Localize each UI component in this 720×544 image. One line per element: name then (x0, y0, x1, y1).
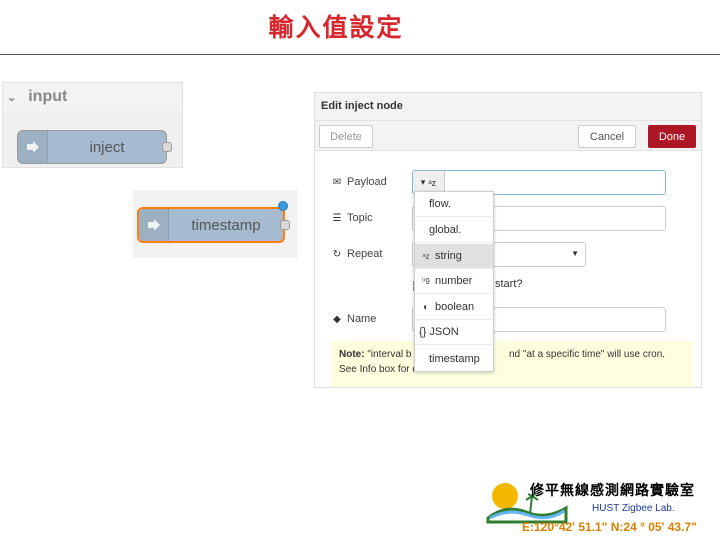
menu-item-timestamp[interactable]: timestamp (415, 346, 493, 371)
inject-once-label: start? (495, 278, 523, 290)
name-label: ◆ Name (331, 313, 376, 325)
tag-icon: ◆ (333, 313, 341, 325)
tasks-icon: ☰ (332, 212, 342, 224)
palette-category-header[interactable]: ⌄ input (3, 83, 182, 111)
menu-item-label: {} JSON (419, 326, 459, 338)
name-label-text: Name (347, 313, 377, 325)
menu-item-label: boolean (435, 301, 475, 313)
payload-label-text: Payload (347, 176, 387, 188)
note-text-start: "interval b (367, 349, 412, 360)
repeat-note: Note: "interval b nd "at a specific time… (331, 341, 693, 387)
node-label: timestamp (191, 216, 261, 234)
lab-name: 修平無線感測網路實驗室 (530, 483, 695, 499)
menu-item-string[interactable]: ᵃz string (415, 244, 493, 269)
arrow-in-icon (139, 209, 169, 241)
string-type-icon: ᵃz (422, 251, 430, 261)
string-type-icon: ᵃz (428, 177, 437, 188)
done-button[interactable]: Done (648, 125, 696, 148)
menu-item-flow[interactable]: flow. (415, 192, 493, 217)
output-port[interactable] (280, 220, 290, 230)
note-prefix: Note: (339, 349, 365, 360)
payload-label: ✉ Payload (331, 176, 387, 188)
node-palette: ⌄ input inject (2, 82, 183, 168)
menu-item-json[interactable]: {} JSON (415, 320, 493, 345)
boolean-type-icon: ◐ (422, 301, 430, 313)
topic-label: ☰ Topic (331, 212, 373, 224)
topic-label-text: Topic (347, 212, 373, 224)
payload-type-menu: flow. global. ᵃz string ⁰9 number ◐ bool… (414, 191, 494, 372)
note-text-end: nd "at a specific time" will use cron. (509, 349, 666, 360)
caret-down-icon: ▼ (571, 249, 579, 258)
title-divider (0, 54, 720, 55)
menu-item-label: global. (429, 224, 462, 236)
cancel-button[interactable]: Cancel (578, 125, 636, 148)
edit-inject-dialog: Edit inject node Delete Cancel Done ✉ Pa… (314, 92, 702, 388)
lab-english-name: HUST Zigbee Lab. (592, 503, 675, 514)
repeat-label: ↻ Repeat (331, 248, 383, 260)
arrow-in-icon (18, 131, 48, 163)
envelope-icon: ✉ (332, 176, 342, 188)
workspace-node-timestamp[interactable]: timestamp (137, 201, 290, 243)
output-port[interactable] (162, 142, 172, 152)
menu-item-label: flow. (429, 198, 452, 210)
palette-category-label: input (28, 88, 68, 105)
caret-down-icon: ▾ (420, 177, 426, 187)
delete-button[interactable]: Delete (319, 125, 373, 148)
menu-item-label: number (435, 275, 473, 287)
menu-item-global[interactable]: global. (415, 218, 493, 243)
menu-item-number[interactable]: ⁰9 number (415, 269, 493, 294)
changed-status-dot (278, 201, 288, 211)
workspace-area: timestamp (133, 190, 298, 258)
palette-node-inject[interactable]: inject (17, 130, 172, 164)
menu-item-label: timestamp (429, 352, 480, 365)
node-label: inject (89, 138, 125, 156)
number-type-icon: ⁰9 (422, 276, 430, 286)
repeat-label-text: Repeat (347, 248, 383, 260)
dialog-button-bar: Delete Cancel Done (315, 121, 701, 151)
chevron-down-icon[interactable]: ⌄ (7, 91, 16, 104)
menu-item-label: string (435, 250, 462, 262)
menu-item-boolean[interactable]: ◐ boolean (415, 295, 493, 320)
repeat-icon: ↻ (332, 248, 342, 260)
slide-title: 輸入值設定 (268, 13, 404, 42)
dialog-title: Edit inject node (315, 93, 701, 121)
lab-coordinates: E:120°42' 51.1" N:24 ° 05' 43.7" (522, 520, 697, 534)
